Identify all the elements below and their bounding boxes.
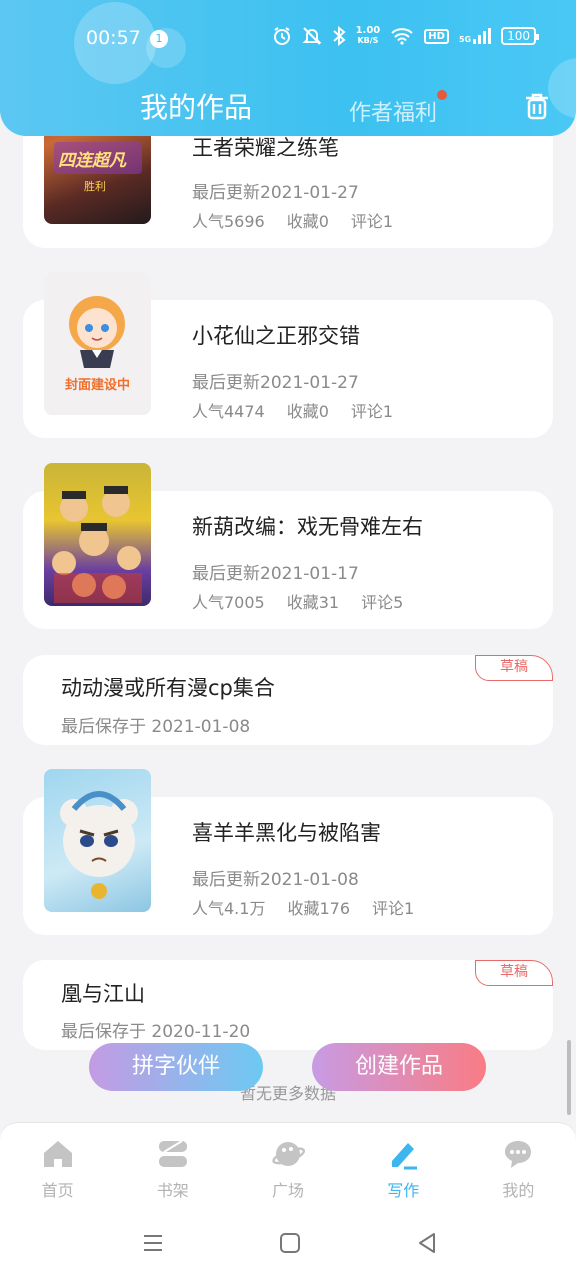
decor-bubble [548, 58, 576, 118]
nav-label: 首页 [41, 1181, 74, 1200]
home-icon [43, 1141, 72, 1167]
mute-icon [302, 27, 322, 45]
create-work-button[interactable]: 创建作品 [312, 1043, 486, 1091]
pen-icon [392, 1143, 418, 1170]
wifi-icon [391, 28, 413, 45]
menu-icon[interactable] [142, 1232, 164, 1254]
stat-favorites: 收藏176 [287, 899, 350, 918]
stat-comments: 评论1 [372, 899, 415, 918]
alarm-icon [273, 27, 290, 45]
cover-cartoon-image [52, 486, 142, 603]
cover-placeholder-text: 封面建设中 [64, 378, 130, 393]
net-speed-unit: KB/S [357, 36, 379, 45]
nav-item-bookshelf[interactable]: 书架 [115, 1123, 230, 1210]
nav-item-write[interactable]: 写作 [346, 1123, 461, 1210]
stat-favorites: 收藏0 [286, 402, 329, 421]
stat-favorites: 收藏0 [286, 212, 329, 231]
planet-icon [272, 1142, 305, 1166]
page-title[interactable]: 我的作品 [140, 86, 252, 126]
nav-label: 写作 [387, 1181, 420, 1200]
work-updated: 最后更新2021-01-08 [192, 870, 359, 890]
bottom-nav: 首页 书架 广场 写作 我的 [0, 1122, 576, 1210]
draft-badge: 草稿 [475, 960, 553, 986]
trash-icon[interactable] [524, 92, 550, 120]
draft-title: 动动漫或所有漫cp集合 [61, 676, 275, 700]
work-title: 小花仙之正邪交错 [192, 324, 360, 348]
draft-badge: 草稿 [475, 655, 553, 681]
nav-label: 我的 [502, 1181, 535, 1200]
stat-comments: 评论1 [350, 212, 394, 231]
back-icon[interactable] [416, 1232, 438, 1254]
cover-subcaption: 胜利 [84, 180, 106, 193]
work-card[interactable]: 新葫改编：戏无骨难左右 最后更新2021-01-17 人气7005 收藏31 评论5 [23, 463, 553, 629]
app-header: 00:57 1 1.00 KB/S HD 5G 100 我的作品 作者福利 [0, 0, 576, 136]
work-stats: 人气7005 收藏31 评论5 [192, 589, 425, 613]
net-speed: 1.00 KB/S [356, 26, 381, 46]
work-updated: 最后更新2021-01-27 [192, 183, 359, 203]
writing-partner-button[interactable]: 拼字伙伴 [89, 1043, 263, 1091]
cell-signal-icon: 5G [458, 28, 492, 44]
stat-comments: 评论1 [350, 402, 394, 421]
work-title: 王者荣耀之练笔 [192, 136, 339, 160]
nav-label: 广场 [272, 1181, 305, 1200]
status-icons: 1.00 KB/S HD 5G 100 [272, 26, 539, 46]
stat-popularity: 人气7005 [192, 593, 265, 612]
work-title: 喜羊羊黑化与被陷害 [192, 821, 381, 845]
hd-badge: HD [424, 28, 449, 44]
nav-item-home[interactable]: 首页 [0, 1123, 115, 1210]
unread-dot [437, 90, 447, 100]
system-navigation-bar [0, 1210, 576, 1280]
home-button-icon[interactable] [279, 1232, 301, 1254]
net-speed-value: 1.00 [355, 25, 381, 36]
work-updated: 最后更新2021-01-27 [192, 373, 359, 393]
cover-sheep-image [60, 791, 138, 899]
work-stats: 人气5696 收藏0 评论1 [192, 208, 415, 232]
cover-mascot-image [69, 296, 125, 368]
work-cover [44, 463, 151, 606]
no-more-data-text: 暂无更多数据 [239, 1084, 336, 1103]
work-cover [44, 769, 151, 912]
stat-popularity: 人气5696 [192, 212, 265, 231]
draft-card[interactable]: 草稿 动动漫或所有漫cp集合 最后保存于 2021-01-08 [23, 655, 553, 745]
bookshelf-icon [158, 1140, 187, 1167]
work-card[interactable]: 喜羊羊黑化与被陷害 最后更新2021-01-08 人气4.1万 收藏176 评论1 [23, 769, 553, 935]
nav-item-plaza[interactable]: 广场 [230, 1123, 345, 1210]
cover-caption: 四连超凡 [58, 151, 126, 171]
nav-item-mine[interactable]: 我的 [461, 1123, 576, 1210]
stat-comments: 评论5 [361, 593, 404, 612]
status-time: 00:57 [86, 27, 141, 49]
stat-popularity: 人气4.1万 [192, 899, 266, 918]
draft-saved: 最后保存于 2020-11-20 [61, 1022, 251, 1042]
work-stats: 人气4474 收藏0 评论1 [192, 398, 415, 422]
tab-author-welfare[interactable]: 作者福利 [349, 95, 437, 127]
battery-icon: 100 [501, 27, 539, 45]
draft-card[interactable]: 草稿 凰与江山 最后保存于 2020-11-20 [23, 960, 553, 1050]
work-stats: 人气4.1万 收藏176 评论1 [192, 895, 436, 919]
work-title: 新葫改编：戏无骨难左右 [192, 515, 423, 539]
stat-popularity: 人气4474 [192, 402, 265, 421]
network-type: 5G [458, 35, 472, 44]
notification-count: 1 [150, 30, 168, 48]
bluetooth-icon [332, 26, 346, 46]
stat-favorites: 收藏31 [286, 593, 340, 612]
work-card[interactable]: 封面建设中 小花仙之正邪交错 最后更新2021-01-27 人气4474 收藏0 评… [23, 272, 553, 438]
draft-title: 凰与江山 [61, 982, 145, 1006]
nav-label: 书架 [156, 1181, 189, 1200]
chat-bubble-icon [505, 1141, 532, 1168]
work-updated: 最后更新2021-01-17 [192, 564, 359, 584]
scrollbar[interactable] [567, 1040, 571, 1115]
draft-saved: 最后保存于 2021-01-08 [61, 717, 251, 737]
work-cover: 封面建设中 [44, 272, 151, 415]
